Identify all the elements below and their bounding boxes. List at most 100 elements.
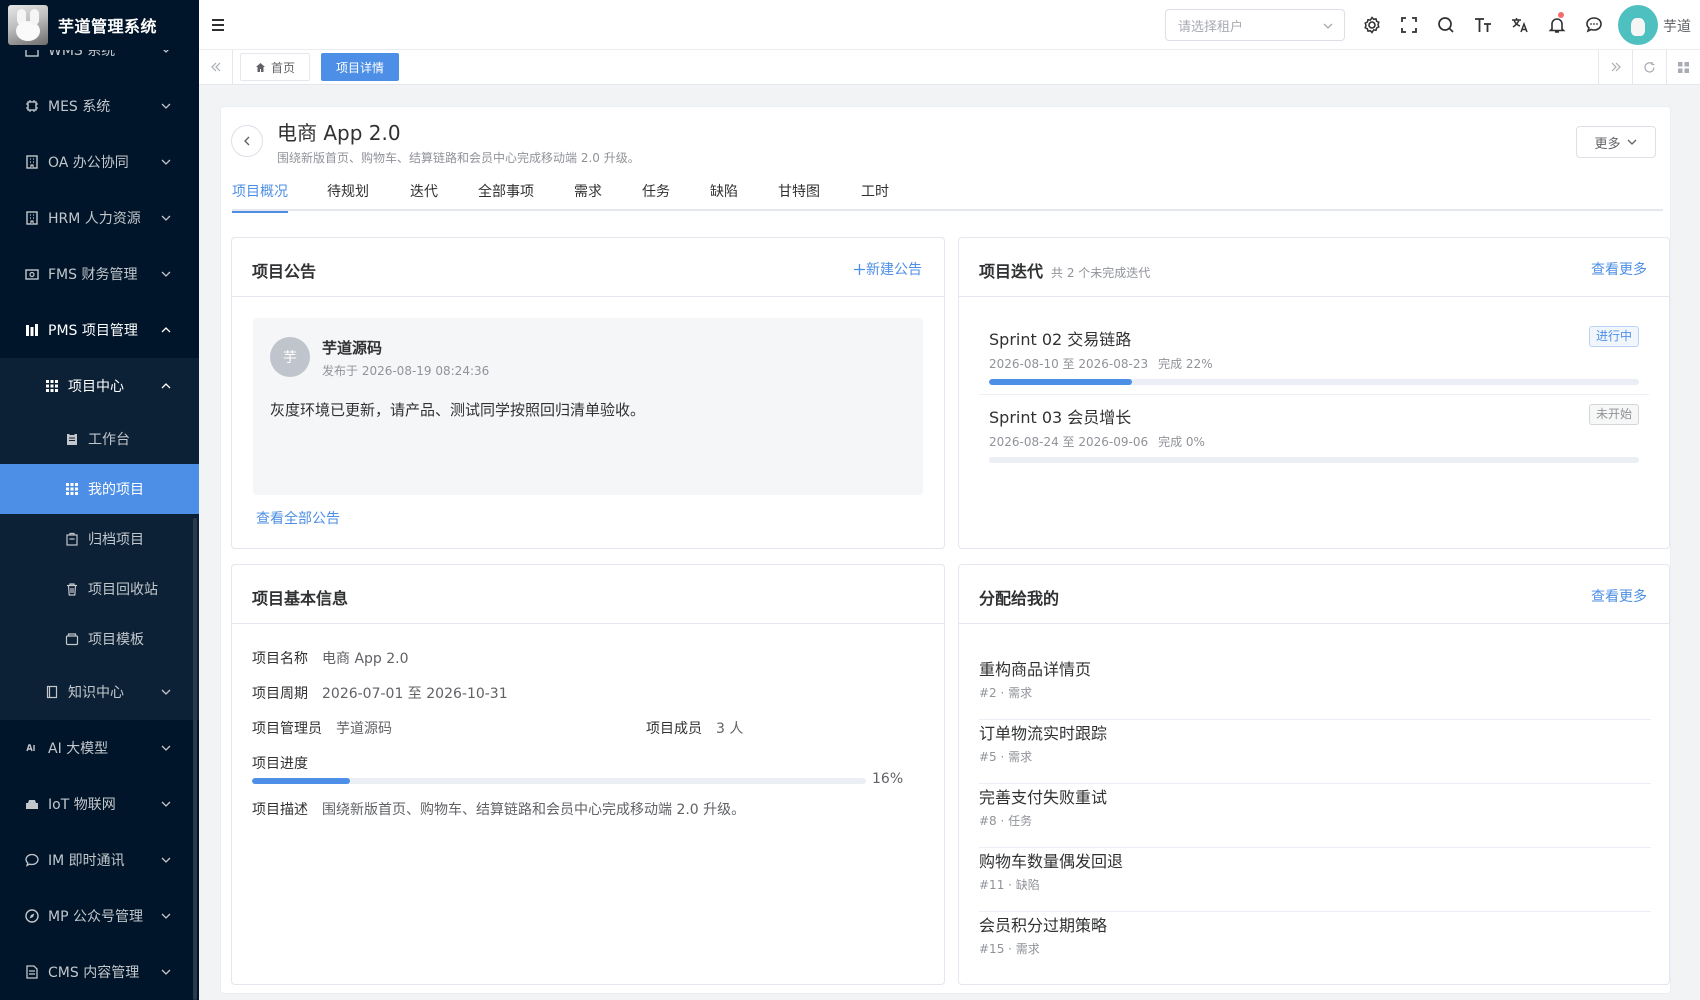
- sidebar-item-ai[interactable]: AI 大模型: [0, 720, 199, 776]
- iteration-item[interactable]: Sprint 03 会员增长 2026-08-24 至 2026-09-06 完成…: [989, 404, 1639, 463]
- view-more-assigned-link[interactable]: 查看更多: [1591, 586, 1647, 606]
- tab-backlog[interactable]: 待规划: [327, 173, 369, 211]
- tab-requirements[interactable]: 需求: [574, 173, 602, 211]
- tab-project-detail[interactable]: 项目详情: [321, 53, 400, 81]
- sidebar-item-cms[interactable]: CMS 内容管理: [0, 944, 199, 1000]
- info-row-description: 项目描述 围绕新版首页、购物车、结算链路和会员中心完成移动端 2.0 升级。: [252, 799, 745, 819]
- iteration-name: Sprint 02 交易链路: [989, 330, 1132, 349]
- task-meta: #5 · 需求: [979, 750, 1033, 764]
- view-more-iterations-link[interactable]: 查看更多: [1591, 259, 1647, 279]
- panel-title: 项目公告: [252, 262, 317, 281]
- sidebar-item-template[interactable]: 项目模板: [0, 614, 199, 664]
- new-notice-button[interactable]: 新建公告: [853, 259, 922, 279]
- sidebar-item-im[interactable]: IM 即时通讯: [0, 832, 199, 888]
- list-item[interactable]: 重构商品详情页 #2 · 需求: [979, 656, 1651, 720]
- sidebar-item-pms[interactable]: PMS 项目管理: [0, 302, 199, 358]
- tab-overview[interactable]: 项目概况: [232, 173, 288, 213]
- fullscreen-icon[interactable]: [1399, 15, 1419, 35]
- view-all-notices-link[interactable]: 查看全部公告: [256, 508, 340, 528]
- cpu-icon: [24, 98, 40, 114]
- info-row-name: 项目名称 电商 App 2.0: [252, 648, 409, 668]
- bell-icon[interactable]: [1547, 15, 1567, 35]
- project-progress-bar: [252, 778, 866, 784]
- username[interactable]: 芋道: [1663, 16, 1691, 36]
- task-title: 重构商品详情页: [979, 660, 1092, 679]
- sidebar-item-label: 知识中心: [68, 685, 124, 701]
- info-row-admin: 项目管理员 芋道源码: [252, 718, 392, 738]
- page-title: 电商 App 2.0: [277, 121, 401, 145]
- sidebar-item-project-center[interactable]: 项目中心: [0, 358, 199, 414]
- back-button[interactable]: [231, 125, 263, 157]
- chevron-left-icon: [241, 135, 253, 147]
- tab-tasks[interactable]: 任务: [642, 173, 670, 211]
- tenant-select[interactable]: 请选择租户: [1165, 9, 1345, 41]
- tab-iterations[interactable]: 迭代: [410, 173, 438, 211]
- list-item[interactable]: 购物车数量偶发回退 #11 · 缺陷: [979, 848, 1651, 912]
- notice-item: 芋 芋道源码 发布于 2026-08-19 08:24:36 灰度环境已更新，请…: [253, 318, 923, 495]
- sidebar-item-iot[interactable]: IoT 物联网: [0, 776, 199, 832]
- sidebar-item-oa[interactable]: OA 办公协同: [0, 134, 199, 190]
- tab-all-items[interactable]: 全部事项: [478, 173, 534, 211]
- sidebar-item-label: CMS 内容管理: [48, 965, 140, 981]
- tab-gantt[interactable]: 甘特图: [778, 173, 820, 211]
- basic-info-panel: 项目基本信息 项目名称 电商 App 2.0 项目周期 2026-07-01 至 2…: [231, 564, 945, 985]
- sidebar-item-mp[interactable]: MP 公众号管理: [0, 888, 199, 944]
- sidebar-item-knowledge[interactable]: 知识中心: [0, 664, 199, 720]
- document-icon: [24, 964, 40, 980]
- status-badge: 进行中: [1588, 326, 1639, 347]
- grid-icon: [1677, 61, 1690, 74]
- task-title: 订单物流实时跟踪: [979, 724, 1108, 743]
- info-value: 电商 App 2.0: [322, 651, 409, 667]
- list-item[interactable]: 订单物流实时跟踪 #5 · 需求: [979, 720, 1651, 784]
- info-label: 项目名称: [252, 651, 308, 667]
- info-value: 芋道源码: [336, 721, 392, 737]
- sidebar-item-label: FMS 财务管理: [48, 267, 138, 283]
- list-item[interactable]: 会员积分过期策略 #15 · 需求: [979, 912, 1651, 976]
- panel-title: 项目基本信息: [252, 589, 349, 608]
- sidebar-scrollbar[interactable]: [193, 518, 197, 1000]
- tab-home[interactable]: 首页: [240, 53, 311, 81]
- info-label: 项目进度: [252, 756, 308, 772]
- building-icon: [24, 154, 40, 170]
- tabs-scroll-right-button[interactable]: [1598, 50, 1632, 84]
- chevron-down-icon: [161, 799, 171, 809]
- tabs-scroll-left-button[interactable]: [199, 50, 233, 84]
- sidebar-item-hrm[interactable]: HRM 人力资源: [0, 190, 199, 246]
- sidebar-item-label: MES 系统: [48, 99, 111, 115]
- task-meta: #8 · 任务: [979, 814, 1033, 828]
- chevron-down-icon: [161, 743, 171, 753]
- font-size-icon[interactable]: [1473, 15, 1493, 35]
- menu-toggle-icon[interactable]: [209, 16, 227, 34]
- task-title: 购物车数量偶发回退: [979, 852, 1124, 871]
- double-chevron-right-icon: [1610, 61, 1622, 73]
- tab-worklog[interactable]: 工时: [861, 173, 889, 211]
- new-notice-label: 新建公告: [866, 262, 922, 278]
- sidebar-item-label: IoT 物联网: [48, 797, 116, 813]
- sidebar-item-label: MP 公众号管理: [48, 909, 143, 925]
- sidebar-item-label: 项目中心: [68, 379, 124, 395]
- sidebar-item-label: 我的项目: [88, 482, 144, 498]
- translate-icon[interactable]: [1510, 15, 1530, 35]
- sidebar-item-archived[interactable]: 归档项目: [0, 514, 199, 564]
- message-icon[interactable]: [1584, 15, 1604, 35]
- refresh-button[interactable]: [1632, 50, 1666, 84]
- info-label: 项目成员: [646, 721, 702, 737]
- info-label: 项目描述: [252, 802, 308, 818]
- iteration-item[interactable]: Sprint 02 交易链路 2026-08-10 至 2026-08-23 完成…: [989, 326, 1639, 385]
- avatar[interactable]: [1618, 5, 1658, 45]
- list-item[interactable]: 完善支付失败重试 #8 · 任务: [979, 784, 1651, 848]
- chevron-down-icon: [161, 855, 171, 865]
- sidebar-item-recycle[interactable]: 项目回收站: [0, 564, 199, 614]
- tabs-menu-button[interactable]: [1666, 50, 1700, 84]
- sidebar-item-fms[interactable]: FMS 财务管理: [0, 246, 199, 302]
- tab-bugs[interactable]: 缺陷: [710, 173, 738, 211]
- gear-icon[interactable]: [1362, 15, 1382, 35]
- logo-bar[interactable]: 芋道管理系统: [0, 0, 199, 50]
- search-icon[interactable]: [1436, 15, 1456, 35]
- more-button[interactable]: 更多: [1576, 126, 1656, 158]
- sidebar-item-mes[interactable]: MES 系统: [0, 78, 199, 134]
- sidebar-item-workbench[interactable]: 工作台: [0, 414, 199, 464]
- sidebar-item-my-projects[interactable]: 我的项目: [0, 464, 199, 514]
- chevron-down-icon: [161, 157, 171, 167]
- more-label: 更多: [1594, 136, 1621, 152]
